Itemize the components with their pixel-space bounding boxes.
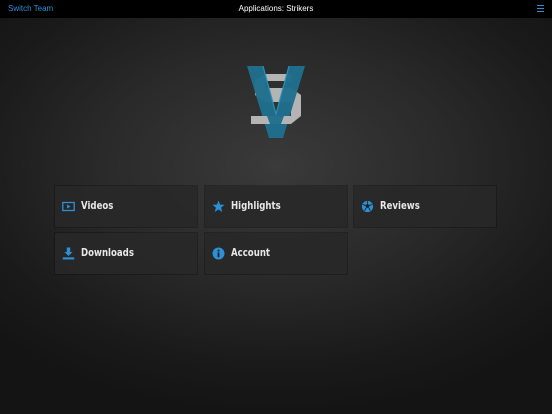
page-title: Applications: Strikers bbox=[238, 4, 314, 13]
videos-tile[interactable]: Videos bbox=[55, 186, 197, 227]
top-navigation-bar: Switch Team Applications: Strikers bbox=[0, 0, 552, 18]
reviews-label: Reviews bbox=[380, 199, 420, 212]
star-icon bbox=[212, 200, 225, 212]
videos-label: Videos bbox=[81, 199, 114, 212]
highlights-tile[interactable]: Highlights bbox=[205, 186, 347, 227]
info-icon bbox=[212, 247, 225, 260]
download-icon bbox=[62, 247, 75, 260]
downloads-tile[interactable]: Downloads bbox=[55, 233, 197, 274]
vs-logo bbox=[247, 65, 305, 138]
reviews-tile[interactable]: Reviews bbox=[354, 186, 496, 227]
hamburger-menu-icon[interactable] bbox=[537, 5, 544, 12]
video-play-icon bbox=[62, 201, 75, 212]
highlights-label: Highlights bbox=[231, 199, 281, 212]
app-screen: Switch Team Applications: Strikers Video… bbox=[0, 0, 552, 414]
soccer-ball-icon bbox=[361, 200, 374, 213]
downloads-label: Downloads bbox=[81, 246, 134, 259]
account-tile[interactable]: Account bbox=[205, 233, 347, 274]
account-label: Account bbox=[231, 246, 271, 259]
